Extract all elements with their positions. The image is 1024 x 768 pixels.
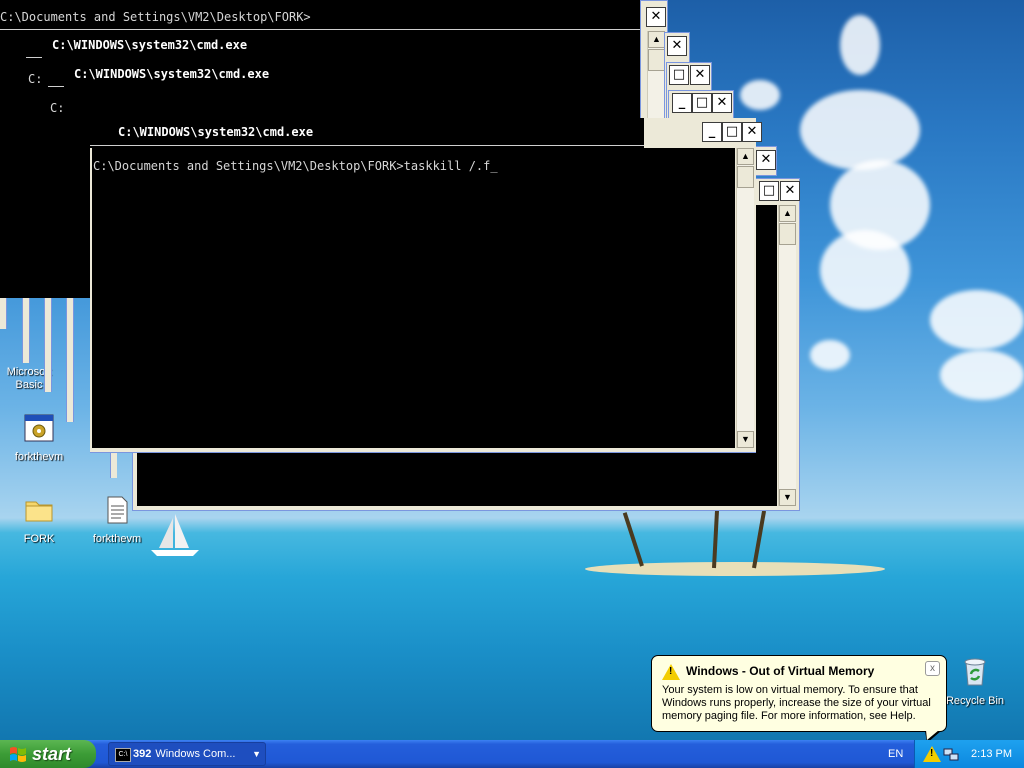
language-indicator[interactable]: EN: [888, 740, 903, 768]
balloon-tail: [926, 730, 939, 740]
cloud: [840, 15, 880, 75]
maximize-button[interactable]: □: [669, 65, 689, 85]
window-edge: [0, 297, 7, 329]
text-cursor: _: [490, 159, 498, 173]
window-edge: [22, 297, 30, 363]
cloud: [800, 90, 920, 170]
close-button[interactable]: ✕: [756, 150, 776, 170]
virtual-memory-balloon[interactable]: Windows - Out of Virtual Memory x Your s…: [651, 655, 947, 743]
network-icon[interactable]: [943, 746, 959, 762]
scroll-up-button[interactable]: ▲: [737, 148, 754, 165]
desktop-icon-recycle-bin[interactable]: Recycle Bin: [940, 656, 1010, 708]
console-area[interactable]: [90, 148, 735, 448]
clock[interactable]: 2:13 PM: [971, 740, 1012, 768]
window-title: C:\WINDOWS\system32\cmd.exe: [118, 125, 314, 139]
palm-tree: [622, 512, 644, 567]
divider: [90, 145, 644, 146]
console-prompt-top: C:\Documents and Settings\VM2\Desktop\FO…: [0, 10, 311, 24]
desktop-icon-microsoft-basic[interactable]: Microsoft Basic: [0, 366, 64, 392]
scrollbar[interactable]: ▲ ▼: [736, 148, 754, 448]
close-button[interactable]: ✕: [712, 93, 732, 113]
cloud: [940, 350, 1024, 400]
palm-tree: [752, 510, 767, 569]
scroll-thumb[interactable]: [737, 166, 754, 188]
cloud: [810, 340, 850, 370]
warning-icon: [662, 664, 680, 680]
console-prompt: C:\Documents and Settings\VM2\Desktop\FO…: [93, 159, 404, 173]
window-frame: [90, 448, 756, 453]
close-button[interactable]: ✕: [780, 181, 800, 201]
cmd-window-active[interactable]: C:\WINDOWS\system32\cmd.exe _ □ ✕ ▲ ▼ C:…: [90, 118, 762, 453]
recycle-bin-icon: [964, 658, 986, 686]
balloon-text: Your system is low on virtual memory. To…: [662, 684, 931, 722]
desktop-icon-fork-folder[interactable]: FORK: [4, 494, 74, 546]
chevron-down-icon: ▼: [252, 749, 261, 759]
close-button[interactable]: ✕: [667, 36, 687, 56]
sailboat: [151, 514, 199, 556]
start-button[interactable]: start: [0, 740, 96, 768]
console-command-line: C:\Documents and Settings\VM2\Desktop\FO…: [93, 159, 498, 173]
warning-tray-icon[interactable]: [923, 746, 941, 762]
task-count: 392: [133, 748, 152, 760]
start-label: start: [32, 744, 72, 764]
minimize-button[interactable]: _: [672, 93, 692, 113]
taskbar-group-windows-command[interactable]: C:\ 392 Windows Com... ▼: [108, 742, 266, 766]
close-button[interactable]: ✕: [690, 65, 710, 85]
scroll-down-button[interactable]: ▼: [737, 431, 754, 448]
console-stray-text: C:: [28, 72, 43, 86]
task-label: Windows Com...: [155, 748, 236, 760]
folder-icon: [25, 501, 53, 522]
desktop-icon-label: Microsoft Basic: [6, 366, 52, 391]
cloud: [820, 230, 910, 310]
scrollbar[interactable]: ▲ ▼: [778, 205, 796, 506]
text-file-icon: [107, 496, 128, 524]
desktop-icon-label: Recycle Bin: [945, 695, 1005, 707]
window-title: C:\WINDOWS\system32\cmd.exe: [74, 67, 270, 81]
windows-logo-icon: [10, 747, 26, 762]
desktop-icon-label: forkthevm: [14, 451, 64, 463]
system-tray: 2:13 PM: [914, 740, 1024, 768]
divider: [0, 29, 640, 30]
console-command: taskkill /.f: [403, 159, 491, 173]
taskbar: start C:\ 392Windows Com... ▼ EN 2:13 PM: [0, 740, 1024, 768]
cloud: [740, 80, 780, 110]
cloud: [930, 290, 1024, 350]
window-title: C:\WINDOWS\system32\cmd.exe: [52, 38, 248, 52]
scroll-thumb[interactable]: [648, 49, 665, 71]
maximize-button[interactable]: □: [722, 122, 742, 142]
divider: [48, 86, 64, 87]
close-button[interactable]: ✕: [646, 7, 666, 27]
window-edge: [44, 297, 52, 392]
window-edge: [110, 450, 117, 478]
scroll-down-button[interactable]: ▼: [779, 489, 796, 506]
balloon-close-button[interactable]: x: [925, 661, 940, 676]
palm-tree: [712, 509, 720, 569]
minimize-button[interactable]: _: [702, 122, 722, 142]
window-frame: ▲ ▼: [735, 148, 756, 448]
balloon-title: Windows - Out of Virtual Memory: [686, 664, 875, 678]
console-area[interactable]: [0, 146, 92, 298]
program-icon: [24, 414, 54, 442]
scroll-up-button[interactable]: ▲: [779, 205, 796, 222]
divider: [26, 57, 42, 58]
maximize-button[interactable]: □: [759, 181, 779, 201]
desktop-icon-forkthevm-exe[interactable]: forkthevm: [4, 412, 74, 464]
window-edge: [66, 297, 74, 422]
scroll-up-button[interactable]: ▲: [648, 31, 665, 48]
maximize-button[interactable]: □: [692, 93, 712, 113]
console-stray-text: C:: [50, 101, 65, 115]
desktop-icon-label: forkthevm: [92, 533, 142, 545]
close-button[interactable]: ✕: [742, 122, 762, 142]
desktop: Microsoft Basic forkthevm FORK forkthevm: [0, 0, 1024, 740]
cmd-window-stack[interactable]: ✕: [755, 146, 777, 176]
cmd-icon: C:\: [115, 748, 131, 762]
desktop-icon-label: FORK: [23, 533, 55, 545]
scroll-thumb[interactable]: [779, 223, 796, 245]
island: [585, 562, 885, 576]
